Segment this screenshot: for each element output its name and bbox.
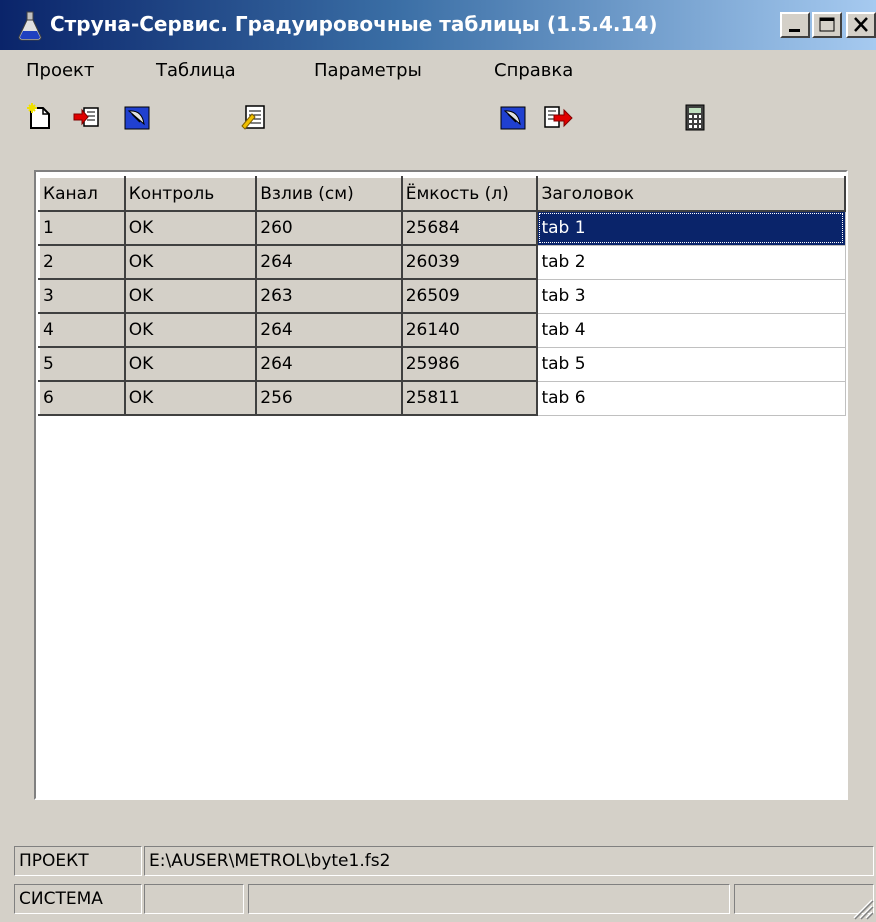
capacity-cell: 25684 bbox=[400, 210, 539, 246]
title-cell[interactable]: tab 2 bbox=[537, 245, 846, 280]
menu-help[interactable]: Справка bbox=[494, 60, 573, 81]
channel-cell: 5 bbox=[38, 346, 126, 382]
satellite-button-2[interactable] bbox=[498, 102, 528, 132]
table-row[interactable]: 3 OK 263 26509 tab 3 bbox=[38, 278, 846, 314]
new-project-button[interactable] bbox=[26, 102, 56, 132]
resize-grip-icon[interactable] bbox=[848, 894, 874, 920]
header-row: Канал Контроль Взлив (см) Ёмкость (л) За… bbox=[38, 176, 846, 212]
close-button[interactable] bbox=[846, 12, 876, 38]
level-cell: 264 bbox=[255, 244, 403, 280]
column-header-control[interactable]: Контроль bbox=[123, 176, 258, 212]
maximize-button[interactable] bbox=[812, 12, 842, 38]
toolbar bbox=[0, 96, 876, 138]
level-cell: 264 bbox=[255, 312, 403, 348]
capacity-cell: 25986 bbox=[400, 346, 539, 382]
status-system-label: СИСТЕМА bbox=[14, 884, 142, 914]
calibration-grid[interactable]: Канал Контроль Взлив (см) Ёмкость (л) За… bbox=[34, 170, 848, 800]
menu-table[interactable]: Таблица bbox=[156, 60, 236, 81]
control-cell: OK bbox=[123, 210, 258, 246]
satellite-button[interactable] bbox=[122, 102, 152, 132]
capacity-cell: 26039 bbox=[400, 244, 539, 280]
flask-icon bbox=[18, 11, 42, 41]
close-icon bbox=[854, 17, 868, 32]
column-header-capacity[interactable]: Ёмкость (л) bbox=[400, 176, 539, 212]
table-row[interactable]: 4 OK 264 26140 tab 4 bbox=[38, 312, 846, 348]
minimize-icon bbox=[789, 29, 800, 32]
channel-cell: 3 bbox=[38, 278, 126, 314]
title-cell[interactable]: tab 5 bbox=[537, 347, 846, 382]
status-project-path: E:\AUSER\METROL\byte1.fs2 bbox=[144, 846, 874, 876]
column-header-title[interactable]: Заголовок bbox=[536, 176, 846, 212]
minimize-button[interactable] bbox=[780, 12, 810, 38]
import-button[interactable] bbox=[72, 102, 102, 132]
menu-parameters[interactable]: Параметры bbox=[314, 60, 422, 81]
table-row[interactable]: 2 OK 264 26039 tab 2 bbox=[38, 244, 846, 280]
table-row[interactable]: 6 OK 256 25811 tab 6 bbox=[38, 380, 846, 416]
window-title: Струна-Сервис. Градуировочные таблицы (1… bbox=[50, 12, 658, 36]
channel-cell: 6 bbox=[38, 380, 126, 416]
edit-table-icon bbox=[241, 105, 265, 130]
status-project-label: ПРОЕКТ bbox=[14, 846, 142, 876]
channel-cell: 4 bbox=[38, 312, 126, 348]
control-cell: OK bbox=[123, 244, 258, 280]
level-cell: 264 bbox=[255, 346, 403, 382]
status-panel-2 bbox=[248, 884, 730, 914]
column-header-level[interactable]: Взлив (см) bbox=[255, 176, 403, 212]
title-cell[interactable]: tab 4 bbox=[537, 313, 846, 348]
title-cell-selected[interactable]: tab 1 bbox=[537, 211, 846, 246]
title-cell[interactable]: tab 3 bbox=[537, 279, 846, 314]
menu-bar: Проект Таблица Параметры Справка bbox=[0, 54, 876, 88]
control-cell: OK bbox=[123, 380, 258, 416]
calculator-button[interactable] bbox=[680, 102, 710, 132]
maximize-icon bbox=[819, 17, 835, 32]
control-cell: OK bbox=[123, 346, 258, 382]
table-row[interactable]: 1 OK 260 25684 tab 1 bbox=[38, 210, 846, 246]
level-cell: 260 bbox=[255, 210, 403, 246]
satellite-dish-icon bbox=[124, 106, 150, 130]
calibration-table: Канал Контроль Взлив (см) Ёмкость (л) За… bbox=[38, 176, 846, 416]
table-row[interactable]: 5 OK 264 25986 tab 5 bbox=[38, 346, 846, 382]
export-button[interactable] bbox=[542, 102, 573, 132]
capacity-cell: 26509 bbox=[400, 278, 539, 314]
level-cell: 256 bbox=[255, 380, 403, 416]
title-bar[interactable]: Струна-Сервис. Градуировочные таблицы (1… bbox=[0, 0, 876, 50]
control-cell: OK bbox=[123, 278, 258, 314]
edit-table-button[interactable] bbox=[240, 102, 270, 132]
import-icon bbox=[73, 107, 99, 127]
new-project-icon bbox=[27, 103, 50, 129]
title-cell[interactable]: tab 6 bbox=[537, 381, 846, 416]
satellite-dish-icon bbox=[500, 106, 526, 130]
capacity-cell: 25811 bbox=[400, 380, 539, 416]
calculator-icon bbox=[685, 104, 705, 131]
menu-project[interactable]: Проект bbox=[26, 60, 94, 81]
channel-cell: 1 bbox=[38, 210, 126, 246]
status-panel-1 bbox=[144, 884, 244, 914]
app-window: Струна-Сервис. Градуировочные таблицы (1… bbox=[0, 0, 876, 922]
level-cell: 263 bbox=[255, 278, 403, 314]
capacity-cell: 26140 bbox=[400, 312, 539, 348]
column-header-channel[interactable]: Канал bbox=[38, 176, 126, 212]
control-cell: OK bbox=[123, 312, 258, 348]
channel-cell: 2 bbox=[38, 244, 126, 280]
export-icon bbox=[544, 106, 573, 128]
